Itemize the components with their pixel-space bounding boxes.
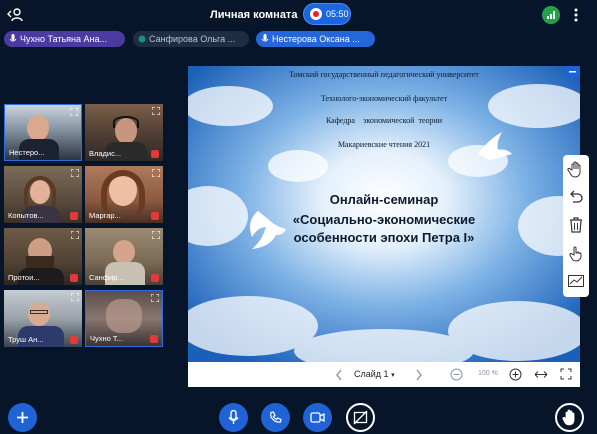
video-tile[interactable]: Владис... <box>85 104 163 161</box>
muted-icon <box>151 212 159 220</box>
microphone-icon <box>261 34 269 42</box>
tile-name: Копытов... <box>8 211 44 220</box>
fullscreen-icon[interactable] <box>560 368 572 380</box>
slide-faculty: Технолого-экономический факультет <box>320 94 448 103</box>
microphone-icon <box>228 410 239 424</box>
presentation-slide[interactable]: Томский государственный педагогический у… <box>188 66 580 362</box>
muted-icon <box>151 150 159 158</box>
video-tile[interactable]: Труш Ан... <box>4 290 82 347</box>
camera-icon <box>310 412 325 423</box>
room-title: Личная комната <box>210 9 298 21</box>
next-slide-icon[interactable] <box>415 369 423 381</box>
slide-label: Слайд 1 <box>354 369 389 379</box>
muted-icon <box>70 212 78 220</box>
microphone-button[interactable] <box>219 403 248 432</box>
screen-share-off-icon <box>353 410 368 425</box>
signal-icon[interactable] <box>542 6 560 24</box>
expand-icon[interactable] <box>70 108 78 116</box>
slide-event: Макариевские чтения 2021 <box>337 140 431 149</box>
expand-icon[interactable] <box>151 294 159 302</box>
hand-pan-icon[interactable] <box>567 160 585 178</box>
slide-heading-3: особенности эпохи Петра I» <box>293 230 475 245</box>
tile-name: Маргар... <box>89 211 121 220</box>
video-tile[interactable]: Маргар... <box>85 166 163 223</box>
tile-name: Протои... <box>8 273 40 282</box>
raise-hand-icon <box>562 409 575 426</box>
pointer-hand-icon[interactable] <box>567 244 585 262</box>
expand-icon[interactable] <box>71 293 79 301</box>
hair <box>101 170 145 216</box>
participant-face <box>113 240 135 264</box>
top-bar: Личная комната 05:50 <box>0 0 597 30</box>
timer-text: 05:50 <box>326 9 349 19</box>
headset <box>113 116 139 128</box>
video-tile[interactable]: Нестеро... <box>4 104 82 161</box>
slide-university: Томский государственный педагогический у… <box>289 70 479 79</box>
expand-icon[interactable] <box>152 231 160 239</box>
participant-face <box>27 115 49 141</box>
slide-selector[interactable]: Слайд 1 ▾ <box>354 369 395 379</box>
zoom-in-icon[interactable] <box>509 368 522 381</box>
record-icon <box>310 8 322 20</box>
phone-button[interactable] <box>261 403 290 432</box>
tile-name: Труш Ан... <box>8 335 44 344</box>
zoom-level: 100 % <box>478 370 498 377</box>
tile-name: Санфир... <box>89 273 124 282</box>
expand-icon[interactable] <box>71 169 79 177</box>
phone-icon <box>270 411 282 423</box>
tile-name: Чухно Т... <box>90 334 123 343</box>
video-tile[interactable]: Протои... <box>4 228 82 285</box>
blurred-video <box>106 299 142 333</box>
slide-control-bar: Слайд 1 ▾ 100 % <box>188 362 580 387</box>
trash-icon[interactable] <box>567 216 585 234</box>
participant-name: Санфирова Ольга ... <box>149 34 236 44</box>
more-vert-icon[interactable] <box>572 7 580 23</box>
participant-face <box>28 302 50 326</box>
slide-heading-1: Онлайн-семинар <box>329 192 439 207</box>
tile-name: Нестеро... <box>9 148 45 157</box>
muted-icon <box>151 274 159 282</box>
glasses <box>30 310 48 314</box>
fit-width-icon[interactable] <box>534 370 548 379</box>
screen-share-button[interactable] <box>346 403 375 432</box>
expand-icon[interactable] <box>152 107 160 115</box>
zoom-out-icon[interactable] <box>450 368 463 381</box>
person-back-icon[interactable] <box>7 7 23 23</box>
video-tile[interactable]: Копытов... <box>4 166 82 223</box>
muted-icon <box>70 274 78 282</box>
video-tile[interactable]: Санфир... <box>85 228 163 285</box>
prev-slide-icon[interactable] <box>335 369 343 381</box>
participant-name: Чухно Татьяна Ана... <box>20 34 108 44</box>
microphone-icon <box>9 34 17 42</box>
participant-name: Нестерова Оксана ... <box>272 34 360 44</box>
plus-icon <box>17 412 28 423</box>
muted-icon <box>150 335 158 343</box>
video-tile[interactable]: Чухно Т... <box>85 290 163 347</box>
raise-hand-button[interactable] <box>555 403 584 432</box>
tile-name: Владис... <box>89 149 122 158</box>
video-grid: Нестеро... Владис... Копытов... Маргар..… <box>0 104 165 354</box>
chevron-down-icon: ▾ <box>391 372 395 379</box>
drawing-toolbar <box>563 155 589 297</box>
slide-heading-2: «Социально-экономические <box>292 212 476 227</box>
chart-icon[interactable] <box>567 272 585 290</box>
hair <box>24 176 56 210</box>
expand-icon[interactable] <box>152 169 160 177</box>
participant-pill[interactable]: Чухно Татьяна Ана... <box>4 31 125 47</box>
expand-icon[interactable] <box>71 231 79 239</box>
camera-button[interactable] <box>303 403 332 432</box>
add-button[interactable] <box>8 403 37 432</box>
slide-department: Кафедра экономической теории <box>325 116 443 125</box>
participant-pill[interactable]: Нестерова Оксана ... <box>256 31 375 47</box>
recording-timer[interactable]: 05:50 <box>303 3 351 25</box>
participant-pill[interactable]: Санфирова Ольга ... <box>133 31 249 47</box>
muted-icon <box>70 336 78 344</box>
microphone-icon <box>138 35 146 43</box>
undo-icon[interactable] <box>567 188 585 206</box>
